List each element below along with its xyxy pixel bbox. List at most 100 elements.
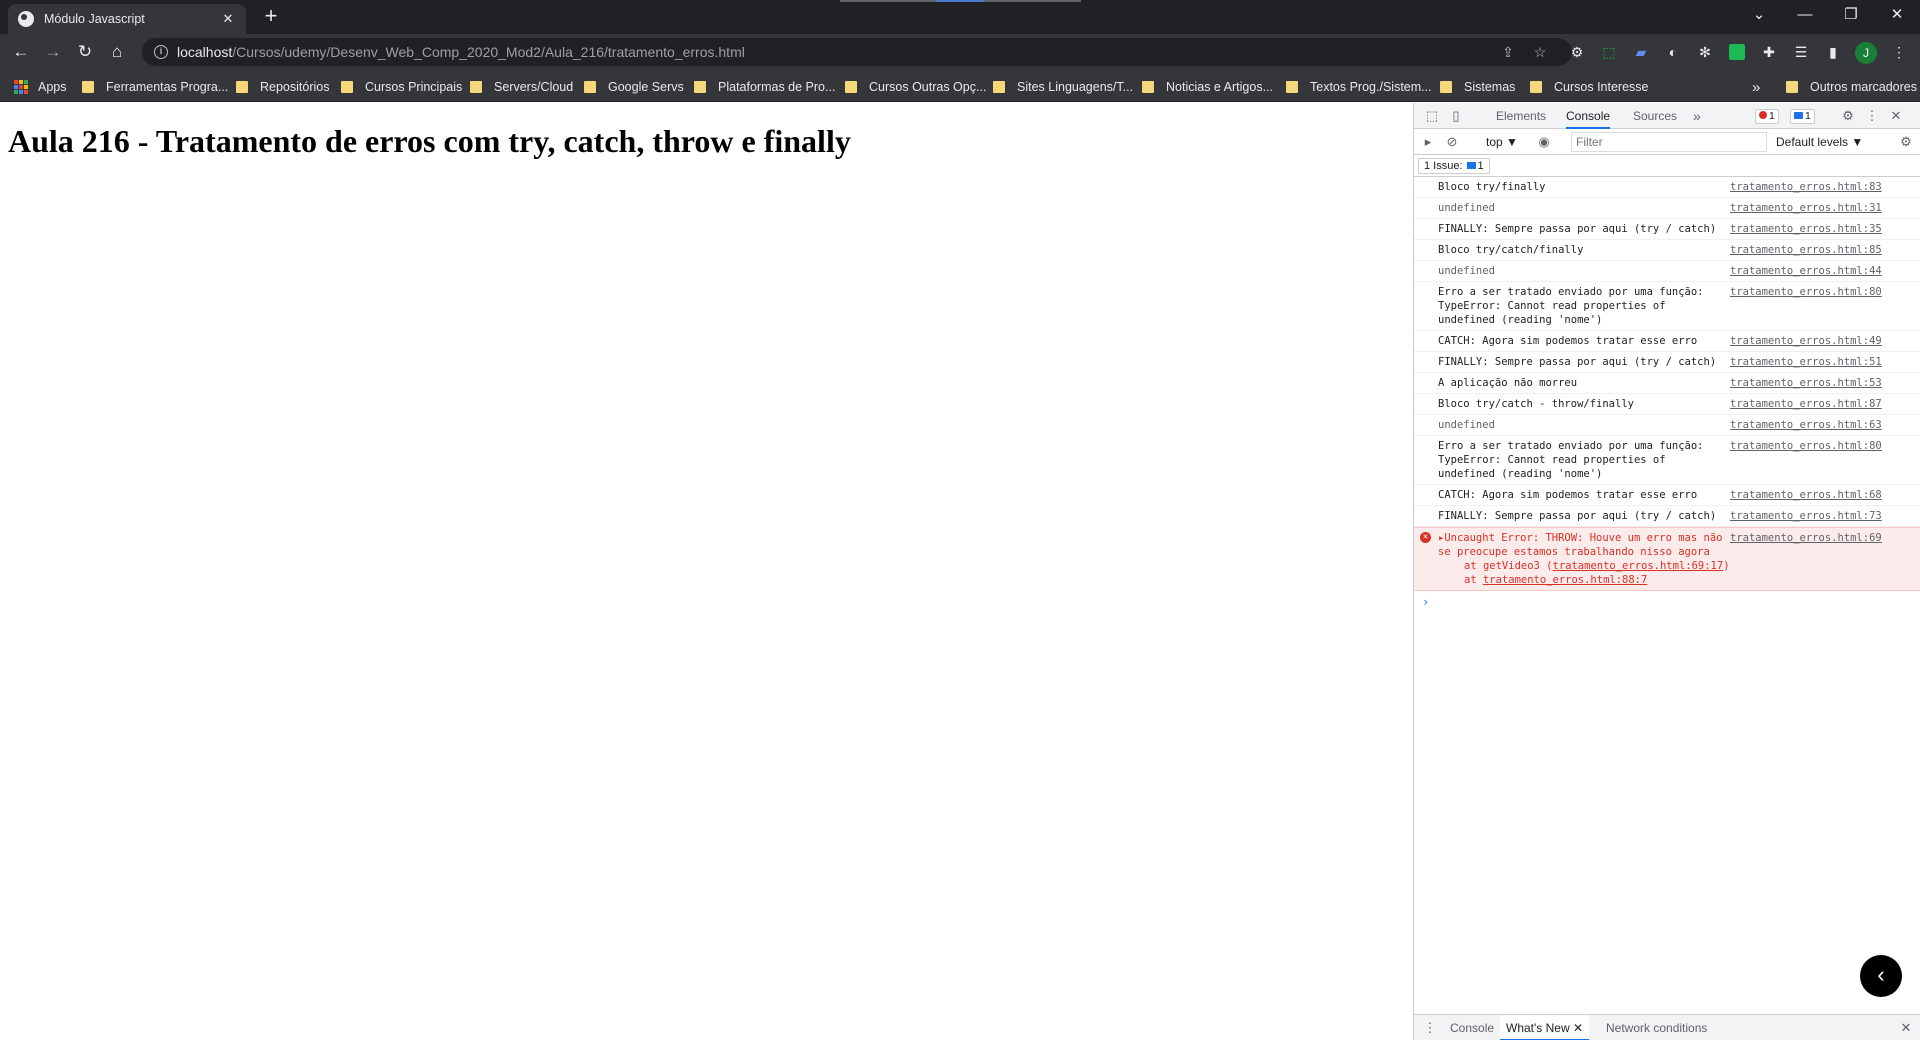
source-link[interactable]: tratamento_erros.html:68 <box>1730 488 1882 502</box>
folder-icon <box>694 81 706 93</box>
bookmark-folder[interactable]: Sites Linguagens/T... <box>993 78 1133 96</box>
extension-screenshot-icon[interactable]: ⬚ <box>1600 43 1618 61</box>
device-toolbar-icon[interactable]: ▯ <box>1448 108 1464 124</box>
source-link[interactable]: tratamento_erros.html:51 <box>1730 355 1882 369</box>
bookmark-folder[interactable]: Noticias e Artigos... <box>1142 78 1273 96</box>
drawer-tab-whats-new[interactable]: What's New ✕ <box>1500 1015 1590 1040</box>
console-error-message[interactable]: ✕ ▸Uncaught Error: THROW: Houve um erro m… <box>1414 527 1920 591</box>
bookmark-folder[interactable]: Cursos Outras Opç... <box>845 78 986 96</box>
source-link[interactable]: tratamento_erros.html:87 <box>1730 397 1882 411</box>
drawer-tab-network-conditions[interactable]: Network conditions <box>1606 1015 1707 1040</box>
source-link[interactable]: tratamento_erros.html:69 <box>1730 531 1882 545</box>
source-link[interactable]: tratamento_erros.html:80 <box>1730 285 1882 299</box>
console-toolbar: ▸ ⊘ top ▼ ◉ Default levels ▼ ⚙ <box>1414 129 1920 155</box>
new-tab-button[interactable]: + <box>259 5 283 29</box>
window-close-button[interactable]: ✕ <box>1874 0 1920 30</box>
address-bar[interactable]: i localhost/Cursos/udemy/Desenv_Web_Comp… <box>142 38 1572 66</box>
close-icon[interactable]: ✕ <box>220 11 236 27</box>
bookmark-folder[interactable]: Textos Prog./Sistem... <box>1286 78 1432 96</box>
extension-gear-icon[interactable]: ⚙ <box>1568 43 1586 61</box>
extensions-puzzle-icon[interactable]: ✚ <box>1760 43 1778 61</box>
close-icon[interactable]: ✕ <box>1573 1021 1583 1035</box>
clear-console-icon[interactable]: ⊘ <box>1444 134 1460 150</box>
profile-avatar[interactable]: J <box>1855 42 1877 64</box>
bookmark-other[interactable]: Outros marcadores <box>1786 78 1917 96</box>
source-link[interactable]: tratamento_erros.html:83 <box>1730 180 1882 194</box>
side-panel-icon[interactable]: ▮ <box>1824 43 1842 61</box>
share-icon[interactable]: ⇪ <box>1499 43 1517 61</box>
stack-frame-link[interactable]: tratamento_erros.html:69:17 <box>1553 560 1724 572</box>
bookmark-apps[interactable]: Apps <box>14 78 67 96</box>
console-settings-icon[interactable]: ⚙ <box>1898 134 1914 150</box>
error-count-badge[interactable]: 1 <box>1755 109 1779 124</box>
filter-input[interactable] <box>1571 132 1767 152</box>
floating-back-button[interactable]: ‹ <box>1860 955 1902 997</box>
bookmark-label: Google Servs <box>608 80 684 94</box>
drawer-close-icon[interactable]: ✕ <box>1898 1020 1914 1036</box>
issues-bar: 1 Issue: 1 <box>1414 155 1920 177</box>
tab-strip: Módulo Javascript ✕ + ⌄ — ❐ ✕ <box>0 0 1920 34</box>
extension-circle-icon[interactable]: ◐ <box>1664 43 1682 61</box>
reading-list-icon[interactable]: ☰ <box>1792 43 1810 61</box>
bookmarks-overflow-button[interactable]: » <box>1752 78 1760 96</box>
folder-icon <box>341 81 353 93</box>
back-button[interactable]: ← <box>9 40 33 64</box>
console-message: Erro a ser tratado enviado por uma funçã… <box>1414 436 1920 485</box>
bookmark-folder[interactable]: Plataformas de Pro... <box>694 78 835 96</box>
source-link[interactable]: tratamento_erros.html:53 <box>1730 376 1882 390</box>
console-message: Bloco try/finally tratamento_erros.html:8… <box>1414 177 1920 198</box>
source-link[interactable]: tratamento_erros.html:35 <box>1730 222 1882 236</box>
drawer-menu-icon[interactable]: ⋮ <box>1422 1020 1438 1036</box>
extension-card-icon[interactable]: ▰ <box>1632 43 1650 61</box>
home-button[interactable]: ⌂ <box>105 40 129 64</box>
bookmark-folder[interactable]: Sistemas <box>1440 78 1515 96</box>
minimize-button[interactable]: — <box>1782 0 1828 30</box>
context-select[interactable]: top ▼ <box>1486 133 1518 151</box>
more-tabs-button[interactable]: » <box>1693 103 1701 129</box>
bookmark-folder[interactable]: Ferramentas Progra... <box>82 78 228 96</box>
bookmark-folder[interactable]: Cursos Interesse <box>1530 78 1648 96</box>
live-expression-eye-icon[interactable]: ◉ <box>1536 134 1552 150</box>
bookmark-label: Sites Linguagens/T... <box>1017 80 1134 94</box>
settings-gear-icon[interactable]: ⚙ <box>1840 108 1856 124</box>
sidebar-toggle-icon[interactable]: ▸ <box>1420 134 1436 150</box>
restore-button[interactable]: ❐ <box>1828 0 1874 30</box>
info-icon[interactable]: i <box>154 45 168 59</box>
tab-sources[interactable]: Sources <box>1633 103 1677 129</box>
drawer-tab-console[interactable]: Console <box>1450 1015 1494 1040</box>
source-link[interactable]: tratamento_erros.html:31 <box>1730 201 1882 215</box>
tab-search-icon[interactable]: ⌄ <box>1736 0 1782 30</box>
error-circle-icon: ✕ <box>1420 532 1431 543</box>
source-link[interactable]: tratamento_erros.html:80 <box>1730 439 1882 453</box>
log-levels-select[interactable]: Default levels ▼ <box>1776 133 1863 151</box>
console-message-text: undefined <box>1438 419 1495 431</box>
extension-green-icon[interactable] <box>1729 44 1745 60</box>
source-link[interactable]: tratamento_erros.html:73 <box>1730 509 1882 523</box>
devtools-close-icon[interactable]: ✕ <box>1888 108 1904 124</box>
console-prompt[interactable]: › <box>1414 591 1920 613</box>
bookmark-star-icon[interactable]: ☆ <box>1531 43 1549 61</box>
forward-button[interactable]: → <box>41 40 65 64</box>
stack-frame-prefix: at <box>1464 574 1483 586</box>
extension-react-icon[interactable]: ✻ <box>1696 43 1714 61</box>
bookmark-label: Cursos Outras Opç... <box>869 80 987 94</box>
source-link[interactable]: tratamento_erros.html:49 <box>1730 334 1882 348</box>
bookmark-folder[interactable]: Cursos Principais <box>341 78 462 96</box>
message-count-badge[interactable]: 1 <box>1790 109 1815 124</box>
menu-kebab-icon[interactable]: ⋮ <box>1890 43 1908 61</box>
browser-tab[interactable]: Módulo Javascript ✕ <box>8 4 246 34</box>
bookmark-folder[interactable]: Servers/Cloud <box>470 78 573 96</box>
devtools-menu-icon[interactable]: ⋮ <box>1864 108 1880 124</box>
tab-console[interactable]: Console <box>1566 103 1611 129</box>
bookmark-folder[interactable]: Repositórios <box>236 78 329 96</box>
bookmark-label: Repositórios <box>260 80 330 94</box>
inspect-element-icon[interactable]: ⬚ <box>1424 108 1440 124</box>
issues-button[interactable]: 1 Issue: 1 <box>1418 158 1490 174</box>
source-link[interactable]: tratamento_erros.html:85 <box>1730 243 1882 257</box>
bookmark-folder[interactable]: Google Servs <box>584 78 684 96</box>
source-link[interactable]: tratamento_erros.html:63 <box>1730 418 1882 432</box>
tab-elements[interactable]: Elements <box>1496 103 1546 129</box>
reload-button[interactable]: ↻ <box>73 40 97 64</box>
stack-frame-link[interactable]: tratamento_erros.html:88:7 <box>1483 574 1647 586</box>
source-link[interactable]: tratamento_erros.html:44 <box>1730 264 1882 278</box>
